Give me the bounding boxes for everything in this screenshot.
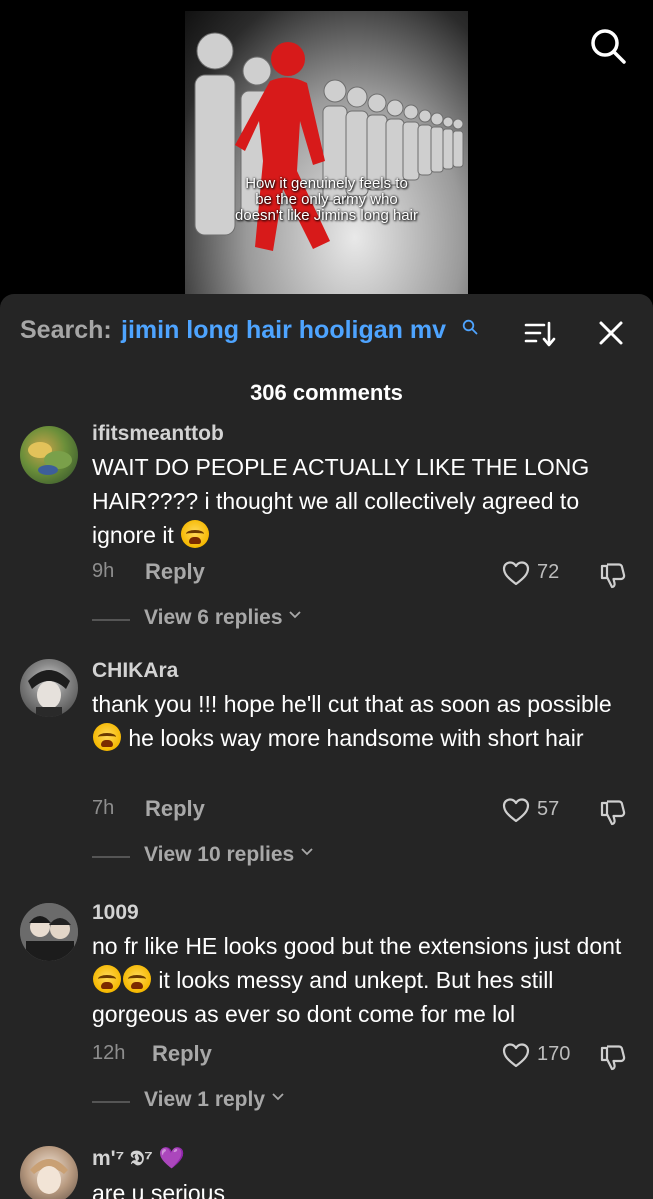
avatar-image: [20, 903, 78, 961]
heart-icon: [502, 798, 530, 823]
comment-text-part: thank you !!! hope he'll cut that as soo…: [92, 691, 612, 717]
video-caption: How it genuinely feels to be the only ar…: [215, 176, 438, 224]
view-replies-label: View 1 reply: [144, 1088, 266, 1111]
like-count: 57: [537, 798, 560, 820]
comment-text-part: no fr like HE looks good but the extensi…: [92, 933, 622, 959]
dislike-icon[interactable]: [598, 560, 628, 590]
view-replies-button[interactable]: View 1 reply: [144, 1088, 285, 1112]
related-search-link[interactable]: jimin long hair hooligan mv: [121, 316, 446, 345]
comment-text: are u serious: [92, 1176, 637, 1199]
comment-username[interactable]: ifitsmeanttob: [92, 422, 224, 446]
comment-username[interactable]: m'⁷ 𝕯⁷ 💜: [92, 1147, 185, 1171]
avatar-image: [30, 1159, 68, 1194]
comment-text: WAIT DO PEOPLE ACTUALLY LIKE THE LONG HA…: [92, 450, 637, 552]
comment-item: m'⁷ 𝕯⁷ 💜 are u serious: [0, 1144, 653, 1199]
comment-text-part: are u serious: [92, 1180, 225, 1199]
comment-item: CHIKAra thank you !!! hope he'll cut tha…: [0, 659, 653, 879]
view-replies-label: View 6 replies: [144, 606, 283, 629]
reply-button[interactable]: Reply: [145, 559, 205, 585]
like-count: 72: [537, 561, 560, 583]
loudly-crying-emoji-icon: [181, 520, 210, 548]
comment-time: 7h: [92, 797, 115, 819]
comment-time: 9h: [92, 560, 115, 582]
view-replies-button[interactable]: View 6 replies: [144, 606, 302, 630]
avatar[interactable]: [20, 903, 78, 961]
caption-line: be the only army who: [255, 191, 398, 208]
replies-divider: [92, 856, 130, 858]
view-replies-label: View 10 replies: [144, 843, 295, 866]
loudly-crying-emoji-icon: [93, 965, 121, 993]
chevron-down-icon: [289, 611, 302, 619]
sort-icon[interactable]: [524, 320, 556, 348]
heart-icon: [502, 561, 530, 586]
comment-username[interactable]: 1009: [92, 901, 139, 925]
video-thumbnail[interactable]: How it genuinely feels to be the only ar…: [185, 11, 468, 294]
heart-icon: [502, 1043, 530, 1068]
comment-text-part: WAIT DO PEOPLE ACTUALLY LIKE THE LONG HA…: [92, 454, 590, 548]
avatar[interactable]: [20, 426, 78, 484]
thumbnail-figures-image: [194, 32, 464, 251]
replies-divider: [92, 619, 130, 621]
comment-count: 306 comments: [250, 380, 403, 405]
comment-item: 1009 no fr like HE looks good but the ex…: [0, 901, 653, 1123]
view-replies-button[interactable]: View 10 replies: [144, 843, 314, 867]
comments-header: Search: jimin long hair hooligan mv: [0, 294, 653, 372]
loudly-crying-emoji-icon: [93, 723, 121, 751]
caption-line: doesn't like Jimins long hair: [235, 207, 418, 224]
avatar[interactable]: [20, 1146, 78, 1199]
loudly-crying-emoji-icon: [123, 965, 151, 993]
comment-username[interactable]: CHIKAra: [92, 659, 178, 683]
replies-divider: [92, 1101, 130, 1103]
comment-text: thank you !!! hope he'll cut that as soo…: [92, 687, 637, 755]
search-small-icon[interactable]: [462, 319, 478, 335]
avatar-image: [28, 670, 70, 717]
dislike-icon[interactable]: [598, 797, 628, 827]
reply-button[interactable]: Reply: [152, 1041, 212, 1067]
search-label: Search:: [20, 316, 112, 344]
reply-button[interactable]: Reply: [145, 796, 205, 822]
caption-line: How it genuinely feels to: [245, 175, 408, 192]
dislike-icon[interactable]: [598, 1042, 628, 1072]
avatar-image: [28, 442, 72, 475]
avatar[interactable]: [20, 659, 78, 717]
chevron-down-icon: [301, 848, 313, 856]
comment-text-part: it looks messy and unkept. But hes still…: [92, 967, 554, 1027]
video-area[interactable]: How it genuinely feels to be the only ar…: [0, 0, 653, 300]
like-count: 170: [537, 1043, 571, 1065]
close-icon[interactable]: [596, 318, 626, 348]
chevron-down-icon: [272, 1093, 284, 1101]
search-icon[interactable]: [588, 26, 628, 66]
comment-time: 12h: [92, 1042, 126, 1064]
comment-item: ifitsmeanttob WAIT DO PEOPLE ACTUALLY LI…: [0, 422, 653, 632]
comment-text-part: he looks way more handsome with short ha…: [122, 725, 584, 751]
comment-text: no fr like HE looks good but the extensi…: [92, 929, 637, 1031]
comments-sheet: Search: jimin long hair hooligan mv 306 …: [0, 294, 653, 1199]
